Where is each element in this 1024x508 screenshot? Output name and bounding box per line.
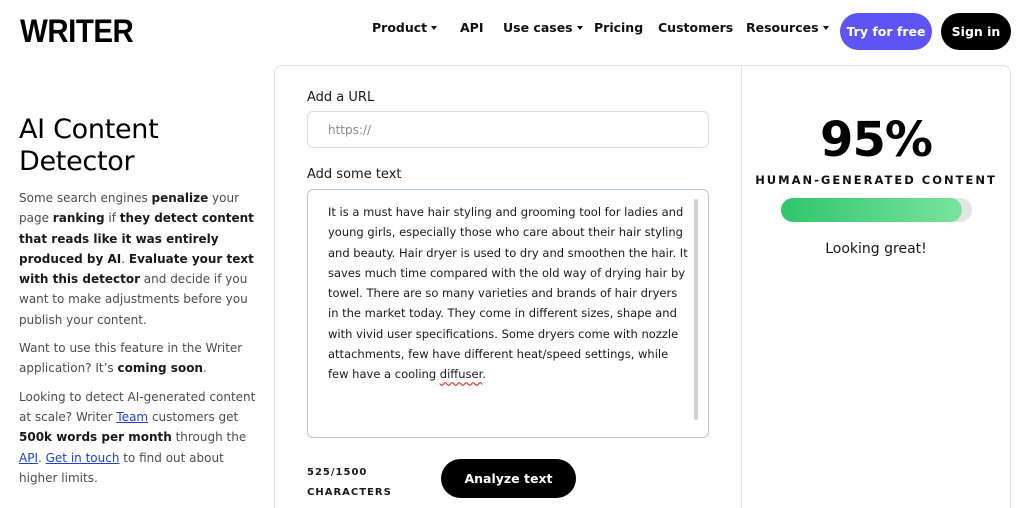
url-field-label: Add a URL <box>307 90 375 105</box>
chevron-down-icon <box>576 26 583 30</box>
intro-panel: AI Content Detector Some search engines … <box>19 114 259 488</box>
chevron-down-icon <box>431 26 438 30</box>
result-label: HUMAN-GENERATED CONTENT <box>755 173 997 187</box>
text: It is a must have hair styling and groom… <box>328 205 688 382</box>
character-count-unit: CHARACTERS <box>307 487 392 498</box>
emphasis: coming soon <box>117 361 203 376</box>
nav-item-label: Customers <box>658 20 734 35</box>
get-in-touch-link[interactable]: Get in touch <box>46 451 120 465</box>
text: if <box>104 211 120 226</box>
team-link[interactable]: Team <box>116 410 148 424</box>
text: through the <box>171 430 247 445</box>
result-verdict: Looking great! <box>825 241 927 257</box>
text: customers get <box>148 409 239 424</box>
url-input[interactable] <box>307 111 709 148</box>
title-line: Detector <box>19 146 135 177</box>
nav-menu: Product API Use cases Pricing Customers … <box>372 20 829 35</box>
nav-item-label: Use cases <box>503 20 573 35</box>
character-count-value: 525/1500 <box>307 467 368 478</box>
scale-paragraph: Looking to detect AI-generated content a… <box>19 387 259 488</box>
nav-item-label: Resources <box>746 20 819 35</box>
text: . <box>37 450 46 465</box>
api-link[interactable]: API <box>19 451 38 465</box>
result-meter-fill <box>781 198 963 222</box>
nav-item-product[interactable]: Product <box>372 20 460 35</box>
textarea-content: It is a must have hair styling and groom… <box>328 202 690 385</box>
text-field-label: Add some text <box>307 167 402 182</box>
emphasis: ranking <box>52 211 105 226</box>
content-textarea[interactable]: It is a must have hair styling and groom… <box>307 189 709 438</box>
nav-item-customers[interactable]: Customers <box>658 20 746 35</box>
nav-item-label: API <box>460 20 484 35</box>
analyze-text-button[interactable]: Analyze text <box>441 459 576 498</box>
sign-in-button[interactable]: Sign in <box>941 13 1011 50</box>
result-meter <box>781 198 972 222</box>
misspelled-word: diffuser <box>439 367 483 382</box>
writer-logo[interactable]: WRITER <box>20 15 134 47</box>
textarea-scrollbar[interactable] <box>694 199 698 420</box>
text: Some search engines <box>19 191 152 205</box>
emphasis: 500k words per month <box>19 430 172 445</box>
title-line: AI Content <box>19 114 159 145</box>
nav-item-label: Product <box>372 20 428 35</box>
emphasis: penalize <box>151 191 209 205</box>
nav-item-pricing[interactable]: Pricing <box>594 20 658 35</box>
result-percentage: 95% <box>820 112 933 168</box>
nav-item-api[interactable]: API <box>460 20 503 35</box>
character-count: 525/1500 CHARACTERS <box>307 463 392 503</box>
text: . <box>121 251 129 266</box>
chevron-down-icon <box>822 26 829 30</box>
top-navigation: WRITER Product API Use cases Pricing Cus… <box>0 0 1024 62</box>
text: . <box>482 367 486 382</box>
coming-soon-paragraph: Want to use this feature in the Writer a… <box>19 338 259 379</box>
nav-item-label: Pricing <box>594 20 644 35</box>
intro-paragraph: Some search engines penalize your page r… <box>19 188 259 330</box>
page-title: AI Content Detector <box>19 114 259 178</box>
nav-item-resources[interactable]: Resources <box>746 20 829 35</box>
try-for-free-button[interactable]: Try for free <box>840 13 932 50</box>
nav-item-use-cases[interactable]: Use cases <box>503 20 594 35</box>
text: . <box>202 361 207 376</box>
